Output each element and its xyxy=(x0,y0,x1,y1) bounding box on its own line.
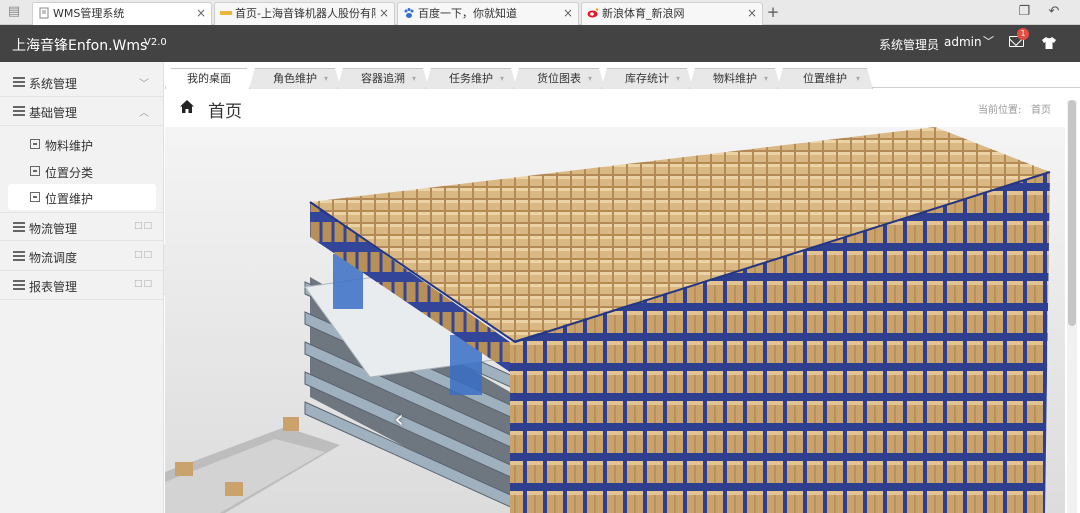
home-icon[interactable] xyxy=(179,99,195,115)
tab-inventory[interactable]: 库存统计 ▾ xyxy=(601,68,693,89)
form-icon xyxy=(30,166,40,176)
expand-icon: □□ xyxy=(134,279,154,289)
site-favicon xyxy=(220,11,232,15)
sidebar-subitem-material[interactable]: 物料维护 xyxy=(8,131,156,157)
close-icon[interactable]: ▾ xyxy=(676,69,680,88)
baidu-paw-icon xyxy=(404,8,414,18)
list-icon xyxy=(13,222,25,232)
scrollbar-thumb[interactable] xyxy=(1068,100,1076,326)
browser-tab-wms[interactable]: WMS管理系统 × xyxy=(32,2,212,25)
close-icon[interactable]: × xyxy=(379,3,389,24)
chevron-up-icon: ︿ xyxy=(139,108,149,119)
sidebar-item-label: 系统管理 xyxy=(29,77,78,91)
tab-material[interactable]: 物料维护 ▾ xyxy=(689,68,781,89)
chevron-down-icon[interactable]: ﹀ xyxy=(983,33,994,49)
app-header: 上海音锋Enfon.Wms V2.0 系统管理员 admin ﹀ 1 xyxy=(0,25,1080,62)
browser-tab-strip: ▤ WMS管理系统 × 首页-上海音锋机器人股份有限公 × 百度一下，你就知道 … xyxy=(0,0,1080,25)
app-title: 上海音锋Enfon.Wms xyxy=(12,38,148,54)
breadcrumb[interactable]: 首页 xyxy=(1031,101,1051,116)
close-icon[interactable]: ▾ xyxy=(588,69,592,88)
close-icon[interactable]: × xyxy=(563,3,573,24)
undo-icon[interactable]: ↶ xyxy=(1046,4,1062,20)
sidebar-item-label: 报表管理 xyxy=(29,280,78,294)
form-icon xyxy=(30,139,40,149)
form-icon xyxy=(30,192,40,202)
tab-role[interactable]: 角色维护 ▾ xyxy=(249,68,341,89)
sidebar-subitem-label: 位置分类 xyxy=(45,166,94,180)
close-icon[interactable]: × xyxy=(747,3,757,24)
tab-location[interactable]: 位置维护 ▾ xyxy=(777,68,873,89)
tab-my-desktop[interactable]: 我的桌面 xyxy=(165,68,253,89)
sidebar-item-label: 物流调度 xyxy=(29,251,78,265)
carousel: ‹ › xyxy=(165,127,1065,513)
close-icon[interactable]: ▾ xyxy=(412,69,416,88)
tab-label: 物料维护 xyxy=(713,72,757,85)
tshirt-icon[interactable] xyxy=(1041,35,1057,51)
tab-label: 我的桌面 xyxy=(187,72,231,85)
tab-label: 容器追溯 xyxy=(361,72,405,85)
browser-tools: ❐ ↶ xyxy=(1006,4,1062,20)
chevron-down-icon: ﹀ xyxy=(139,79,149,90)
sidebar-subitem-label: 物料维护 xyxy=(45,139,94,153)
list-icon xyxy=(13,77,25,87)
browser-menu-icon[interactable]: ▤ xyxy=(6,4,22,20)
user-role: 系统管理员 xyxy=(879,38,940,52)
tab-label: 位置维护 xyxy=(803,72,847,85)
browser-tab-baidu[interactable]: 百度一下，你就知道 × xyxy=(397,2,579,25)
list-icon xyxy=(13,251,25,261)
list-icon xyxy=(13,106,25,116)
restore-window-icon[interactable]: ❐ xyxy=(1016,4,1032,20)
browser-tab-title: 百度一下，你就知道 xyxy=(418,7,517,20)
sidebar-item-reports[interactable]: 报表管理 □□ xyxy=(0,271,163,300)
new-tab-button[interactable]: + xyxy=(765,3,781,21)
close-icon[interactable]: ▾ xyxy=(500,69,504,88)
tab-label: 任务维护 xyxy=(449,72,493,85)
list-icon xyxy=(13,280,25,290)
tab-label: 货位图表 xyxy=(537,72,581,85)
sidebar-item-label: 基础管理 xyxy=(29,106,78,120)
breadcrumb-label: 当前位置: xyxy=(978,105,1022,116)
close-icon[interactable]: × xyxy=(196,3,206,24)
user-menu[interactable]: admin xyxy=(944,35,982,49)
app-version: V2.0 xyxy=(144,37,167,48)
tab-container-trace[interactable]: 容器追溯 ▾ xyxy=(337,68,429,89)
sidebar-item-logistics[interactable]: 物流管理 □□ xyxy=(0,212,163,241)
sidebar-item-system[interactable]: 系统管理 ﹀ xyxy=(0,68,163,97)
browser-tab-title: 首页-上海音锋机器人股份有限公 xyxy=(235,7,376,20)
tab-label: 角色维护 xyxy=(273,72,317,85)
close-icon[interactable]: ▾ xyxy=(764,69,768,88)
content-header: 首页 当前位置: 首页 xyxy=(165,89,1065,127)
page-tab-bar: 我的桌面 角色维护 ▾ 容器追溯 ▾ 任务维护 ▾ 货位图表 ▾ 库存统计 ▾ 物料维护 ▾… xyxy=(165,62,1080,88)
browser-tab-company[interactable]: 首页-上海音锋机器人股份有限公 × xyxy=(214,2,395,25)
notification-badge: 1 xyxy=(1017,28,1029,40)
carousel-prev-button[interactable]: ‹ xyxy=(389,404,409,434)
expand-icon: □□ xyxy=(134,221,154,231)
close-icon[interactable]: ▾ xyxy=(856,69,860,88)
sidebar-subitem-location-category[interactable]: 位置分类 xyxy=(8,158,156,184)
document-icon xyxy=(39,7,49,19)
tab-storage-chart[interactable]: 货位图表 ▾ xyxy=(513,68,605,89)
browser-tab-sina[interactable]: 新浪体育_新浪网 × xyxy=(581,2,763,25)
sidebar-item-basic[interactable]: 基础管理 ︿ xyxy=(0,97,163,126)
sidebar-subitem-label: 位置维护 xyxy=(45,192,94,206)
warehouse-rack-image xyxy=(165,127,1065,513)
sina-weibo-icon xyxy=(587,8,599,18)
expand-icon: □□ xyxy=(134,250,154,260)
sidebar-item-label: 物流管理 xyxy=(29,222,78,236)
tab-label: 库存统计 xyxy=(625,72,669,85)
sidebar-item-dispatch[interactable]: 物流调度 □□ xyxy=(0,242,163,271)
browser-tab-title: WMS管理系统 xyxy=(53,7,125,20)
close-icon[interactable]: ▾ xyxy=(324,69,328,88)
page-title: 首页 xyxy=(208,102,242,122)
sidebar: 系统管理 ﹀ 基础管理 ︿ 物料维护 位置分类 位置维护 物流管理 □□ 物流调… xyxy=(0,62,164,513)
tab-task[interactable]: 任务维护 ▾ xyxy=(425,68,517,89)
browser-tab-title: 新浪体育_新浪网 xyxy=(602,7,685,20)
sidebar-subitem-location-maintenance[interactable]: 位置维护 xyxy=(8,184,156,210)
